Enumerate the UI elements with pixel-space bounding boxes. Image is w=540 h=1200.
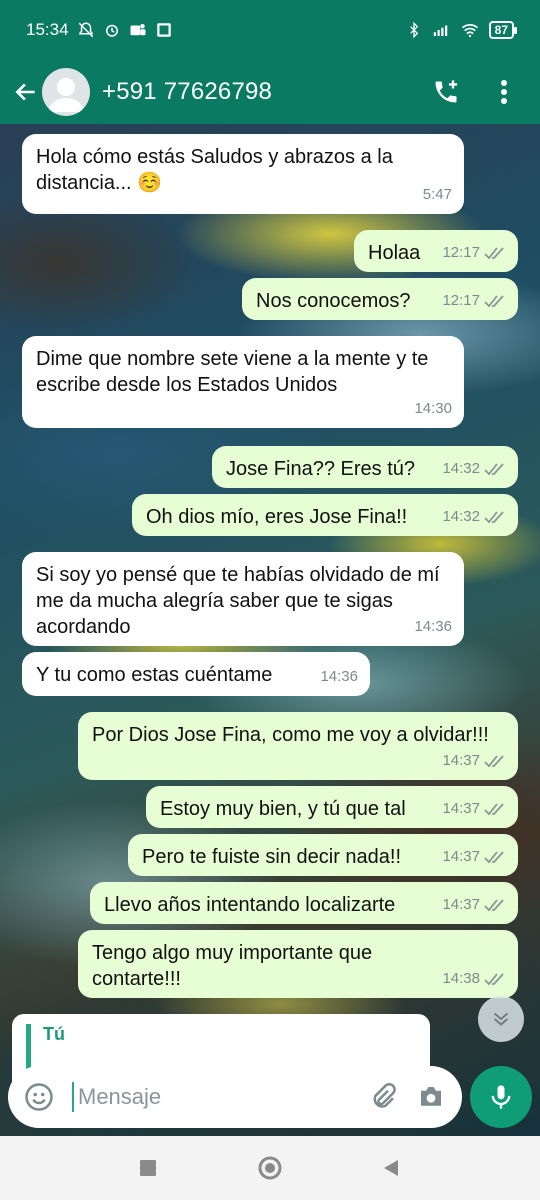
battery-indicator: 87: [488, 21, 518, 39]
bluetooth-icon: [405, 21, 423, 39]
message-bubble[interactable]: Nos conocemos? 12:17: [242, 278, 518, 320]
double-check-icon: [484, 851, 504, 864]
arrow-back-icon: [15, 83, 35, 101]
message-bubble[interactable]: Oh dios mío, eres Jose Fina!! 14:32: [132, 494, 518, 536]
message-time: 14:36: [414, 618, 452, 635]
message-input[interactable]: Mensaje: [72, 1082, 352, 1112]
camera-icon: [421, 1087, 441, 1106]
double-check-icon: [484, 463, 504, 476]
message-time: 12:17: [442, 244, 480, 261]
back-nav-button[interactable]: [377, 1153, 407, 1183]
paperclip-icon: [373, 1082, 396, 1108]
message-text: Y tu como estas cuéntame: [36, 664, 273, 686]
status-bar: 15:34 87: [0, 0, 540, 60]
camera-button[interactable]: [414, 1080, 448, 1114]
message-time: 14:36: [320, 668, 358, 685]
status-time: 15:34: [26, 20, 69, 39]
circle-icon: [258, 1156, 282, 1180]
home-button[interactable]: [255, 1153, 285, 1183]
message-text: Dime que nombre sete viene a la mente y …: [36, 348, 429, 396]
message-composer: Mensaje: [8, 1066, 462, 1128]
message-time: 12:17: [442, 292, 480, 309]
triangle-back-icon: [384, 1160, 398, 1176]
double-check-icon: [484, 755, 504, 768]
scroll-to-bottom-button[interactable]: [478, 996, 524, 1042]
chat-area[interactable]: Hola cómo estás Saludos y abrazos a la d…: [0, 124, 540, 1136]
emoji-button[interactable]: [22, 1080, 56, 1114]
message-text: Tengo algo muy importante que contarte!!…: [92, 942, 373, 990]
recents-button[interactable]: [133, 1153, 163, 1183]
add-call-button[interactable]: [428, 74, 464, 110]
message-time: 14:30: [414, 400, 452, 417]
voice-message-button[interactable]: [470, 1066, 532, 1128]
add-call-icon: [435, 80, 458, 103]
message-time: 5:47: [422, 186, 452, 203]
alarm-icon: [103, 21, 121, 39]
quoted-author: Tú: [43, 1024, 65, 1044]
signal-icon: [433, 21, 451, 39]
more-options-button[interactable]: [486, 74, 522, 110]
microphone-icon: [491, 1085, 511, 1109]
message-bubble[interactable]: Y tu como estas cuéntame 14:36: [22, 652, 370, 696]
message-bubble[interactable]: Llevo años intentando localizarte 14:37: [90, 882, 518, 924]
double-check-icon: [484, 511, 504, 524]
message-time: 14:37: [442, 896, 480, 913]
message-time: 14:37: [442, 752, 480, 769]
message-time: 14:38: [442, 970, 480, 987]
wifi-icon: [461, 21, 479, 39]
message-bubble[interactable]: Tengo algo muy importante que contarte!!…: [78, 930, 518, 998]
message-time: 14:37: [442, 848, 480, 865]
message-time: 14:32: [442, 460, 480, 477]
double-chevron-down-icon: [493, 1012, 509, 1026]
gallery-icon: [155, 21, 173, 39]
contact-name[interactable]: +591 77626798: [102, 78, 272, 106]
double-check-icon: [484, 247, 504, 260]
attach-button[interactable]: [366, 1080, 400, 1114]
double-check-icon: [484, 803, 504, 816]
message-text: Si soy yo pensé que te habías olvidado d…: [36, 564, 440, 638]
message-bubble[interactable]: Pero te fuiste sin decir nada!! 14:37: [128, 834, 518, 876]
message-bubble[interactable]: Si soy yo pensé que te habías olvidado d…: [22, 552, 464, 646]
message-bubble[interactable]: Dime que nombre sete viene a la mente y …: [22, 336, 464, 428]
silent-alarm-icon: [77, 21, 95, 39]
double-check-icon: [484, 899, 504, 912]
message-text: Por Dios Jose Fina, como me voy a olvida…: [92, 724, 489, 746]
message-bubble[interactable]: Jose Fina?? Eres tú? 14:32: [212, 446, 518, 488]
message-bubble[interactable]: Por Dios Jose Fina, como me voy a olvida…: [78, 712, 518, 780]
system-navigation-bar: [0, 1136, 540, 1200]
message-bubble[interactable]: Holaa 12:17: [354, 230, 518, 272]
chat-header: +591 77626798: [0, 60, 540, 124]
double-check-icon: [484, 973, 504, 986]
double-check-icon: [484, 295, 504, 308]
message-bubble[interactable]: Hola cómo estás Saludos y abrazos a la d…: [22, 134, 464, 214]
more-vert-icon: [501, 80, 507, 104]
teams-icon: [129, 21, 147, 39]
message-text: Hola cómo estás Saludos y abrazos a la d…: [36, 146, 393, 194]
emoji-icon: [25, 1083, 53, 1111]
message-time: 14:32: [442, 508, 480, 525]
square-icon: [140, 1160, 156, 1176]
avatar[interactable]: [42, 68, 90, 116]
message-time: 14:37: [442, 800, 480, 817]
message-bubble[interactable]: Estoy muy bien, y tú que tal 14:37: [146, 786, 518, 828]
default-avatar-icon: [48, 78, 84, 112]
